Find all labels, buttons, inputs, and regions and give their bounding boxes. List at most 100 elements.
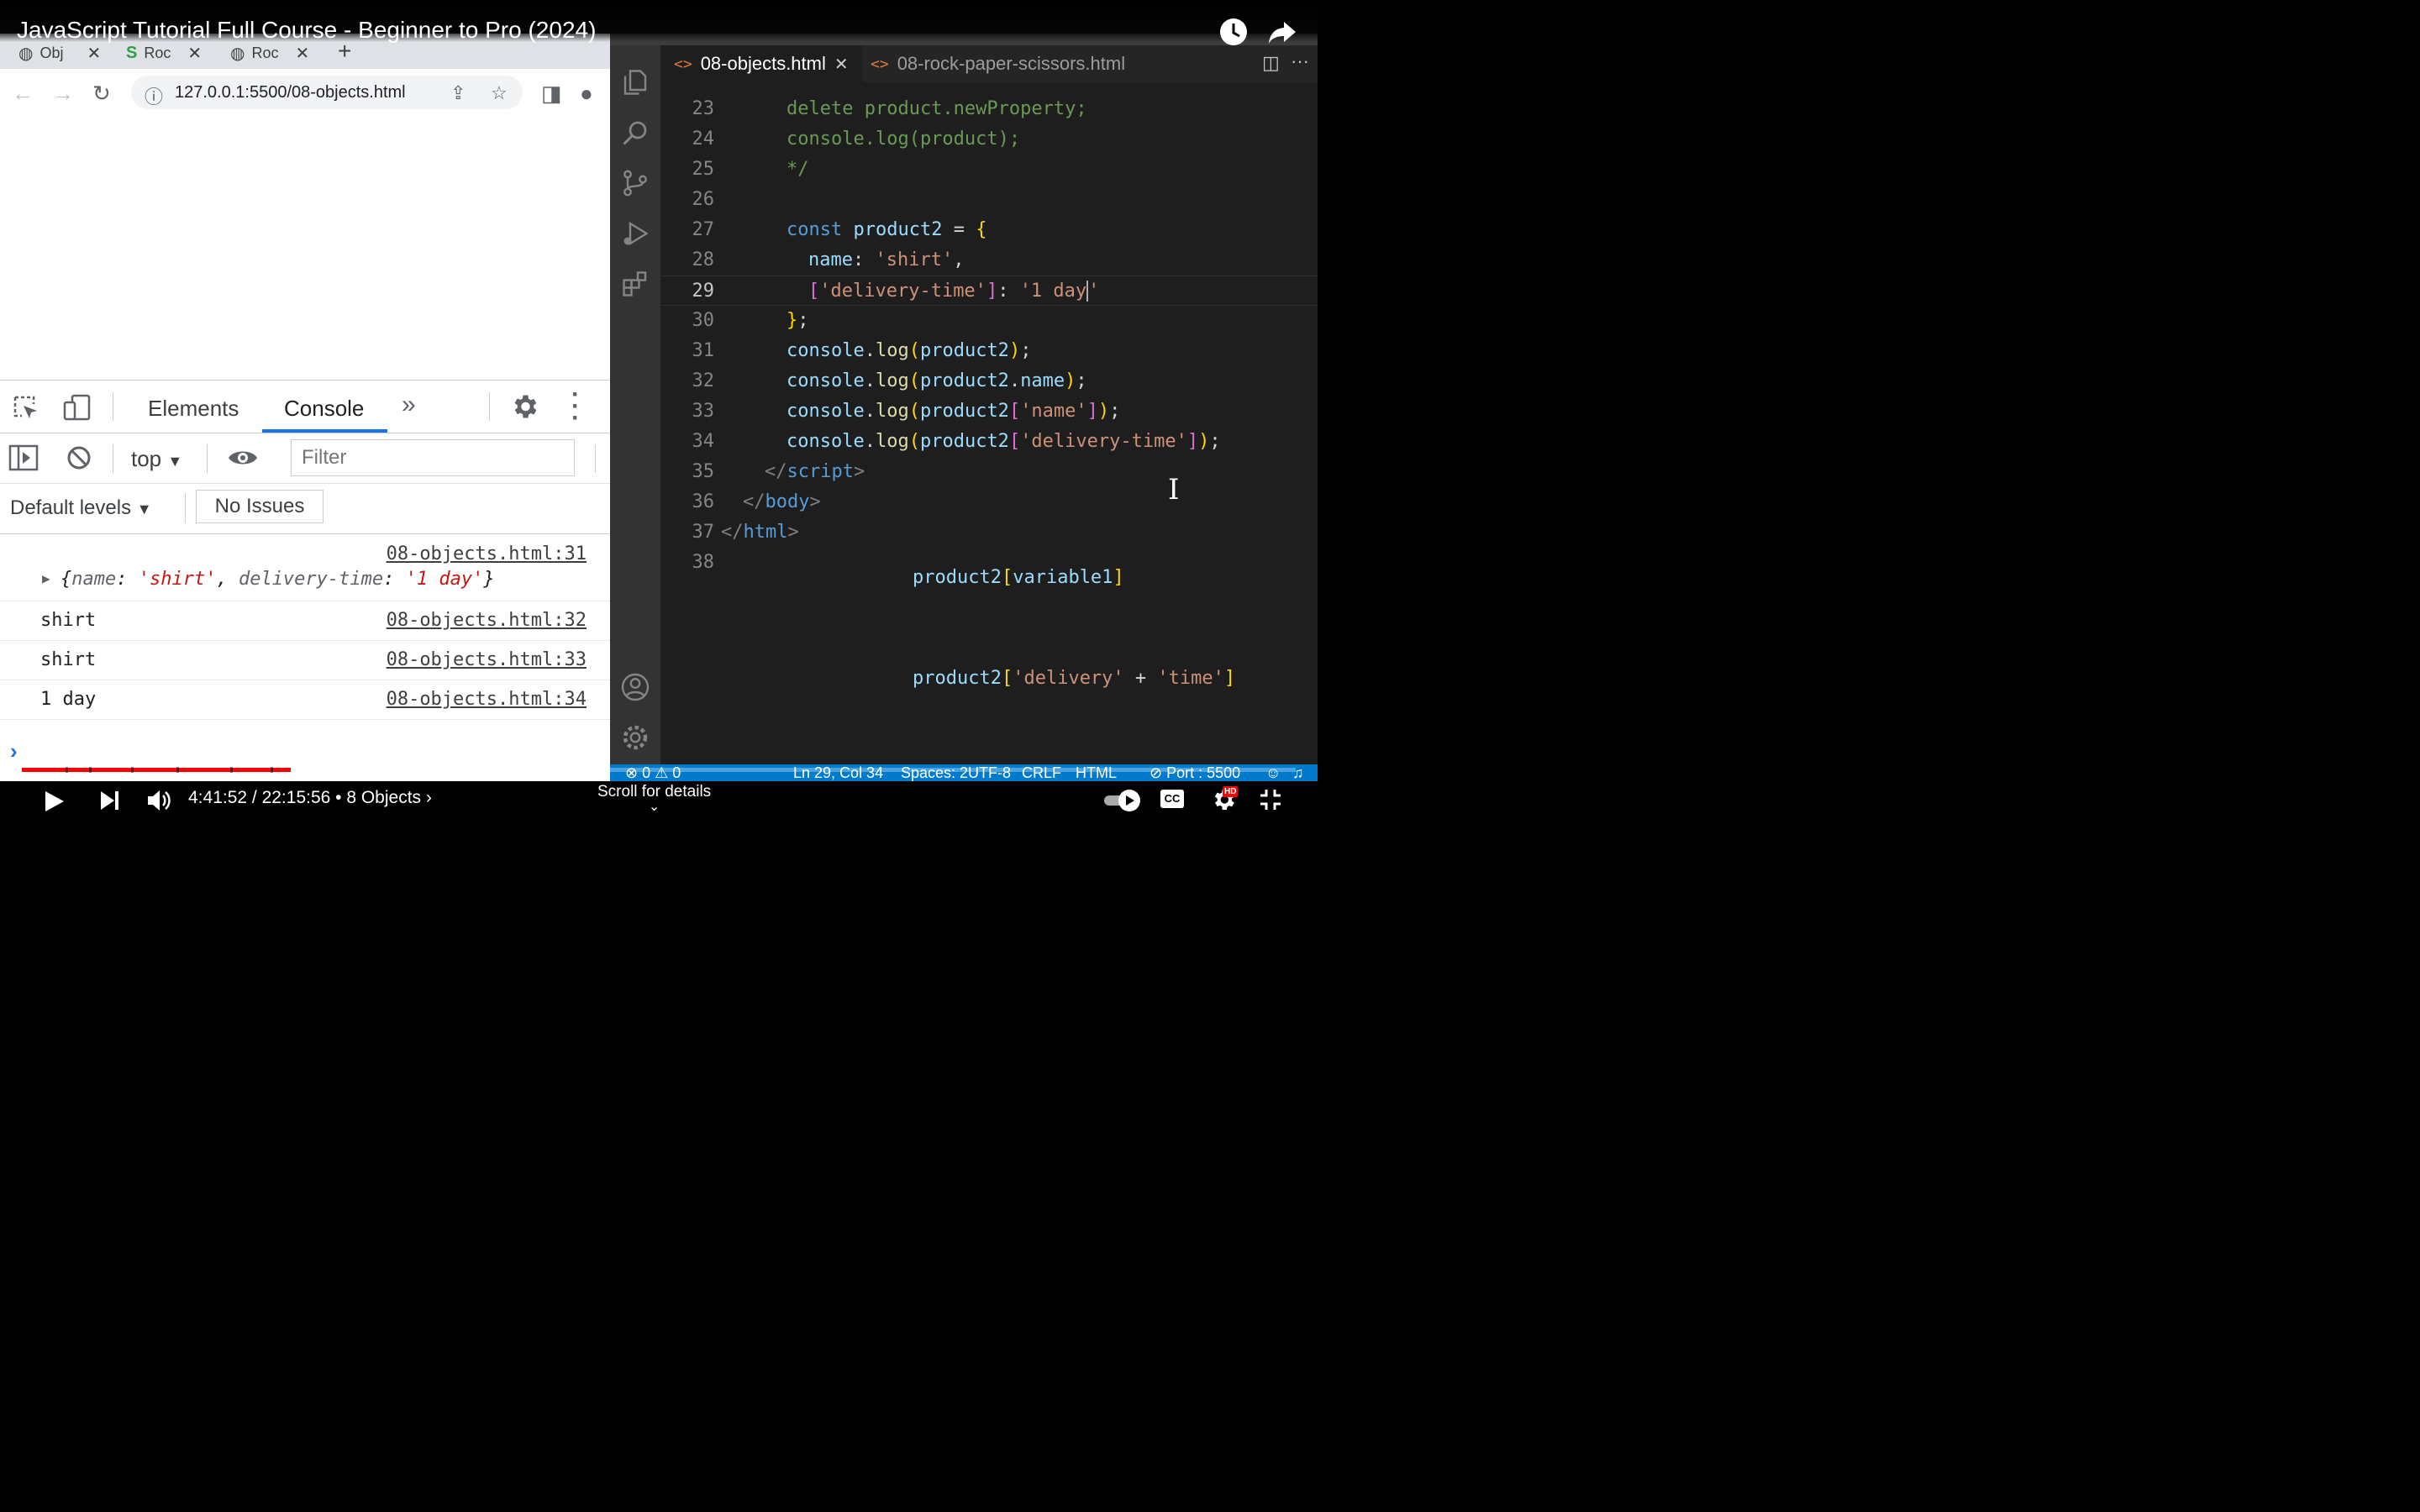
url-text: 127.0.0.1:5500/08-objects.html xyxy=(175,82,406,102)
show-sidebar-icon[interactable] xyxy=(8,444,39,471)
levels-label: Default levels xyxy=(10,496,132,519)
feedback-icon[interactable]: ☺ xyxy=(1265,764,1281,781)
info-icon[interactable]: ⓘ xyxy=(145,82,163,109)
chapter-marker xyxy=(271,767,273,773)
vscode-window: <> 08-objects.html ✕ <> 08-rock-paper-sc… xyxy=(610,34,1318,781)
profile-icon[interactable]: ● xyxy=(580,81,593,107)
context-selector[interactable]: top ▼ xyxy=(131,446,182,472)
cursor-position[interactable]: Ln 29, Col 34 xyxy=(793,764,883,781)
device-toolbar-icon[interactable] xyxy=(62,392,92,423)
close-icon[interactable]: ✕ xyxy=(87,43,101,64)
line-number: 34 xyxy=(692,431,715,452)
side-panel-icon[interactable]: ◨ xyxy=(541,81,562,107)
eye-icon[interactable] xyxy=(227,446,259,470)
line-number: 31 xyxy=(692,340,715,361)
console-prompt[interactable]: › xyxy=(10,738,18,764)
object-preview[interactable]: {name: 'shirt', delivery-time: '1 day'} xyxy=(60,569,495,590)
console-levels-bar: Default levels ▼ No Issues xyxy=(0,483,610,534)
live-server-port[interactable]: ⊘ Port : 5500 xyxy=(1150,764,1240,781)
editor-tab[interactable]: <> 08-rock-paper-scissors.html xyxy=(857,45,1139,82)
line-number: 25 xyxy=(692,159,715,180)
bell-icon[interactable]: ♫ xyxy=(1292,764,1304,781)
browser-tab[interactable]: ◍ Roc ✕ xyxy=(230,40,309,66)
chapter-marker xyxy=(176,767,179,773)
chapter-marker xyxy=(89,767,92,773)
share-icon[interactable] xyxy=(1267,17,1297,47)
video-title-bar: JavaScript Tutorial Full Course - Beginn… xyxy=(0,0,1318,45)
line-number: 32 xyxy=(692,370,715,391)
source-link[interactable]: 08-objects.html:34 xyxy=(387,689,587,710)
close-icon[interactable]: ✕ xyxy=(187,43,202,64)
tab-console[interactable]: Console xyxy=(284,396,364,422)
code-editor[interactable]: 23 delete product.newProperty; 24 console.… xyxy=(660,82,1318,764)
text-cursor-icon: I xyxy=(1168,473,1180,507)
account-icon[interactable] xyxy=(620,672,650,702)
expand-triangle-icon[interactable]: ▶ xyxy=(42,570,50,586)
next-icon[interactable] xyxy=(99,790,121,811)
browser-tab[interactable]: S Roc ✕ xyxy=(126,40,202,66)
autoplay-toggle-icon[interactable] xyxy=(1102,788,1143,813)
video-player[interactable]: ◍ Obj ✕ S Roc ✕ ◍ Roc ✕ + ← → ↻ ⓘ 127.0.… xyxy=(0,0,1318,823)
more-tabs-icon[interactable]: » xyxy=(402,391,416,419)
console-message: shirt 08-objects.html:33 xyxy=(0,641,610,680)
play-icon[interactable] xyxy=(42,790,66,813)
more-actions-icon[interactable]: ··· xyxy=(1291,50,1309,72)
watch-later-icon[interactable] xyxy=(1218,17,1249,47)
divider xyxy=(207,444,208,473)
source-link[interactable]: 08-objects.html:33 xyxy=(387,649,587,670)
manage-gear-icon[interactable] xyxy=(620,722,650,753)
source-link[interactable]: 08-objects.html:32 xyxy=(387,610,587,631)
source-link[interactable]: 08-objects.html:31 xyxy=(387,543,587,564)
close-icon[interactable]: ✕ xyxy=(295,43,309,64)
filter-input[interactable] xyxy=(291,439,575,476)
divider xyxy=(595,444,596,473)
editor-tab-active[interactable]: <> 08-objects.html ✕ xyxy=(660,45,862,82)
gear-icon[interactable] xyxy=(509,391,539,422)
volume-icon[interactable] xyxy=(146,788,171,813)
indentation[interactable]: Spaces: 2 xyxy=(901,764,968,781)
encoding[interactable]: UTF-8 xyxy=(968,764,1011,781)
log-levels-dropdown[interactable]: Default levels ▼ xyxy=(10,496,152,520)
forward-icon[interactable]: → xyxy=(52,81,74,107)
extensions-icon[interactable] xyxy=(620,269,650,299)
video-title[interactable]: JavaScript Tutorial Full Course - Beginn… xyxy=(17,17,596,44)
address-bar[interactable]: ⓘ 127.0.0.1:5500/08-objects.html ⇪ ☆ xyxy=(131,76,523,109)
kebab-menu-icon[interactable]: · · · xyxy=(571,382,580,431)
brace-close: } xyxy=(483,569,495,590)
line-number: 37 xyxy=(692,522,715,543)
close-icon[interactable]: ✕ xyxy=(834,54,849,75)
split-editor-icon[interactable]: ◫ xyxy=(1262,52,1280,74)
caret-down-icon: ▼ xyxy=(167,453,183,470)
line-number: 35 xyxy=(692,461,715,482)
language-mode[interactable]: HTML xyxy=(1076,764,1117,781)
captions-icon[interactable]: CC xyxy=(1160,790,1184,808)
divider xyxy=(489,392,490,421)
star-icon[interactable]: ☆ xyxy=(491,82,508,104)
line-number: 36 xyxy=(692,491,715,512)
share-icon[interactable]: ⇪ xyxy=(450,82,466,104)
clear-console-icon[interactable] xyxy=(66,444,92,471)
progress-played xyxy=(22,768,291,772)
run-debug-icon[interactable] xyxy=(620,218,650,249)
back-icon[interactable]: ← xyxy=(12,81,34,107)
inspect-element-icon[interactable] xyxy=(12,394,40,423)
tab-elements[interactable]: Elements xyxy=(148,396,239,422)
chevron-down-icon: ⌄ xyxy=(648,800,660,814)
issues-button[interactable]: No Issues xyxy=(196,490,324,523)
page-viewport xyxy=(0,118,610,380)
time-display[interactable]: 4:41:52 / 22:15:56 • 8 Objects › xyxy=(188,788,432,808)
browser-tab[interactable]: ◍ Obj ✕ xyxy=(18,40,101,66)
devtools-tab-bar: Elements Console » · · · xyxy=(0,381,610,433)
scroll-hint[interactable]: Scroll for details ⌄ xyxy=(597,783,711,814)
explorer-icon[interactable] xyxy=(620,67,650,97)
code-line: 32 console.log(product2.name); xyxy=(660,366,1318,396)
editor-tab-label: 08-objects.html xyxy=(700,53,826,74)
exit-fullscreen-icon[interactable] xyxy=(1259,788,1282,811)
problems-indicator[interactable]: ⊗ 0 ⚠ 0 xyxy=(625,764,681,781)
reload-icon[interactable]: ↻ xyxy=(92,81,111,107)
source-control-icon[interactable] xyxy=(620,168,650,198)
brace-open: { xyxy=(60,569,72,590)
search-icon[interactable] xyxy=(620,118,650,148)
code-line: 30}; xyxy=(660,306,1318,336)
line-ending[interactable]: CRLF xyxy=(1022,764,1061,781)
